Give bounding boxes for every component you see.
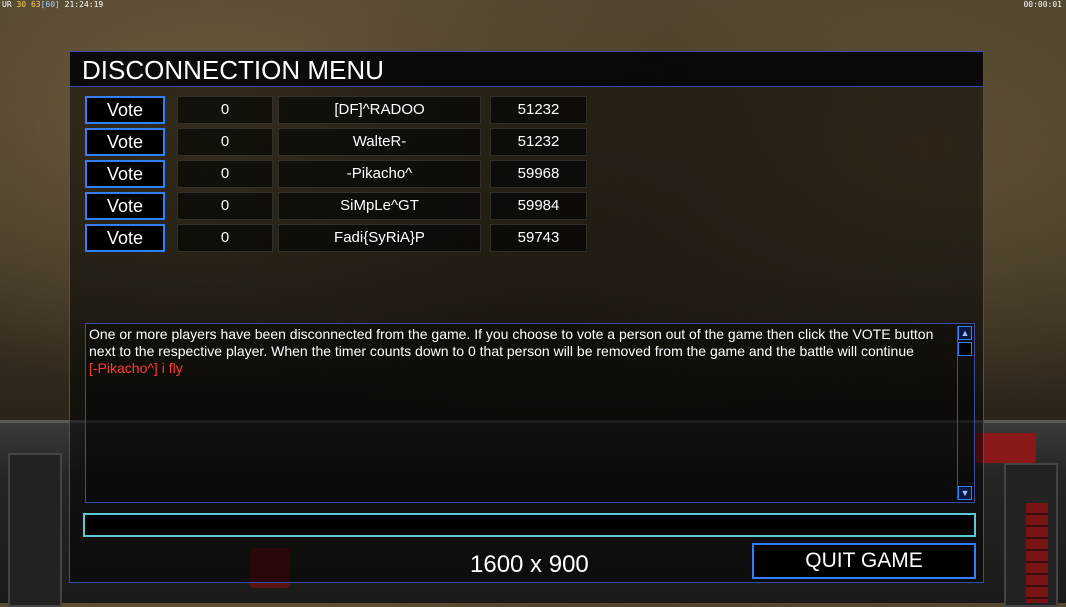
hud-value-b: 63: [30, 0, 41, 9]
message-scrollbar[interactable]: ▲ ▼: [957, 326, 972, 500]
player-name: -Pikacho^: [278, 160, 481, 188]
player-timer: 59743: [490, 224, 587, 252]
vote-count: 0: [177, 128, 273, 156]
player-name: [DF]^RADOO: [278, 96, 481, 124]
player-timer: 59968: [490, 160, 587, 188]
player-timer: 59984: [490, 192, 587, 220]
disconnect-message: One or more players have been disconnect…: [89, 326, 934, 359]
hud-clock: 21:24:19: [64, 0, 104, 9]
player-timer: 51232: [490, 96, 587, 124]
vote-button[interactable]: Vote: [85, 128, 165, 156]
game-timer: 00:00:01: [1023, 0, 1062, 9]
dialog-title-bar: DISCONNECTION MENU: [70, 52, 983, 87]
disconnection-dialog: DISCONNECTION MENU Vote 0 [DF]^RADOO 512…: [69, 51, 984, 583]
power-meter: [1026, 503, 1048, 603]
hud-prefix: UR: [2, 0, 12, 9]
player-name: SiMpLe^GT: [278, 192, 481, 220]
vote-button[interactable]: Vote: [85, 96, 165, 124]
scroll-thumb[interactable]: [958, 342, 972, 356]
hud-value-c: [60]: [40, 0, 60, 9]
hud-value-a: 30: [16, 0, 27, 9]
dialog-title: DISCONNECTION MENU: [82, 55, 384, 85]
scroll-down-icon[interactable]: ▼: [958, 486, 972, 500]
player-name: WalteR-: [278, 128, 481, 156]
vote-button[interactable]: Vote: [85, 160, 165, 188]
vote-button[interactable]: Vote: [85, 192, 165, 220]
vote-count: 0: [177, 224, 273, 252]
scroll-up-icon[interactable]: ▲: [958, 326, 972, 340]
quit-game-button[interactable]: QUIT GAME: [752, 543, 976, 579]
vote-button[interactable]: Vote: [85, 224, 165, 252]
vote-count: 0: [177, 160, 273, 188]
left-bar-panel: [8, 453, 62, 607]
chat-input[interactable]: [83, 513, 976, 537]
vote-count: 0: [177, 96, 273, 124]
player-timer: 51232: [490, 128, 587, 156]
message-log-content: One or more players have been disconnect…: [89, 326, 948, 377]
message-log[interactable]: One or more players have been disconnect…: [85, 323, 975, 503]
resolution-label: 1600 x 900: [470, 551, 589, 578]
chat-message: [-Pikacho^] i fly: [89, 360, 183, 376]
right-red-button: [976, 433, 1036, 463]
player-name: Fadi{SyRiA}P: [278, 224, 481, 252]
vote-count: 0: [177, 192, 273, 220]
fps-hud: UR 30 63[60] 21:24:19: [2, 0, 103, 9]
